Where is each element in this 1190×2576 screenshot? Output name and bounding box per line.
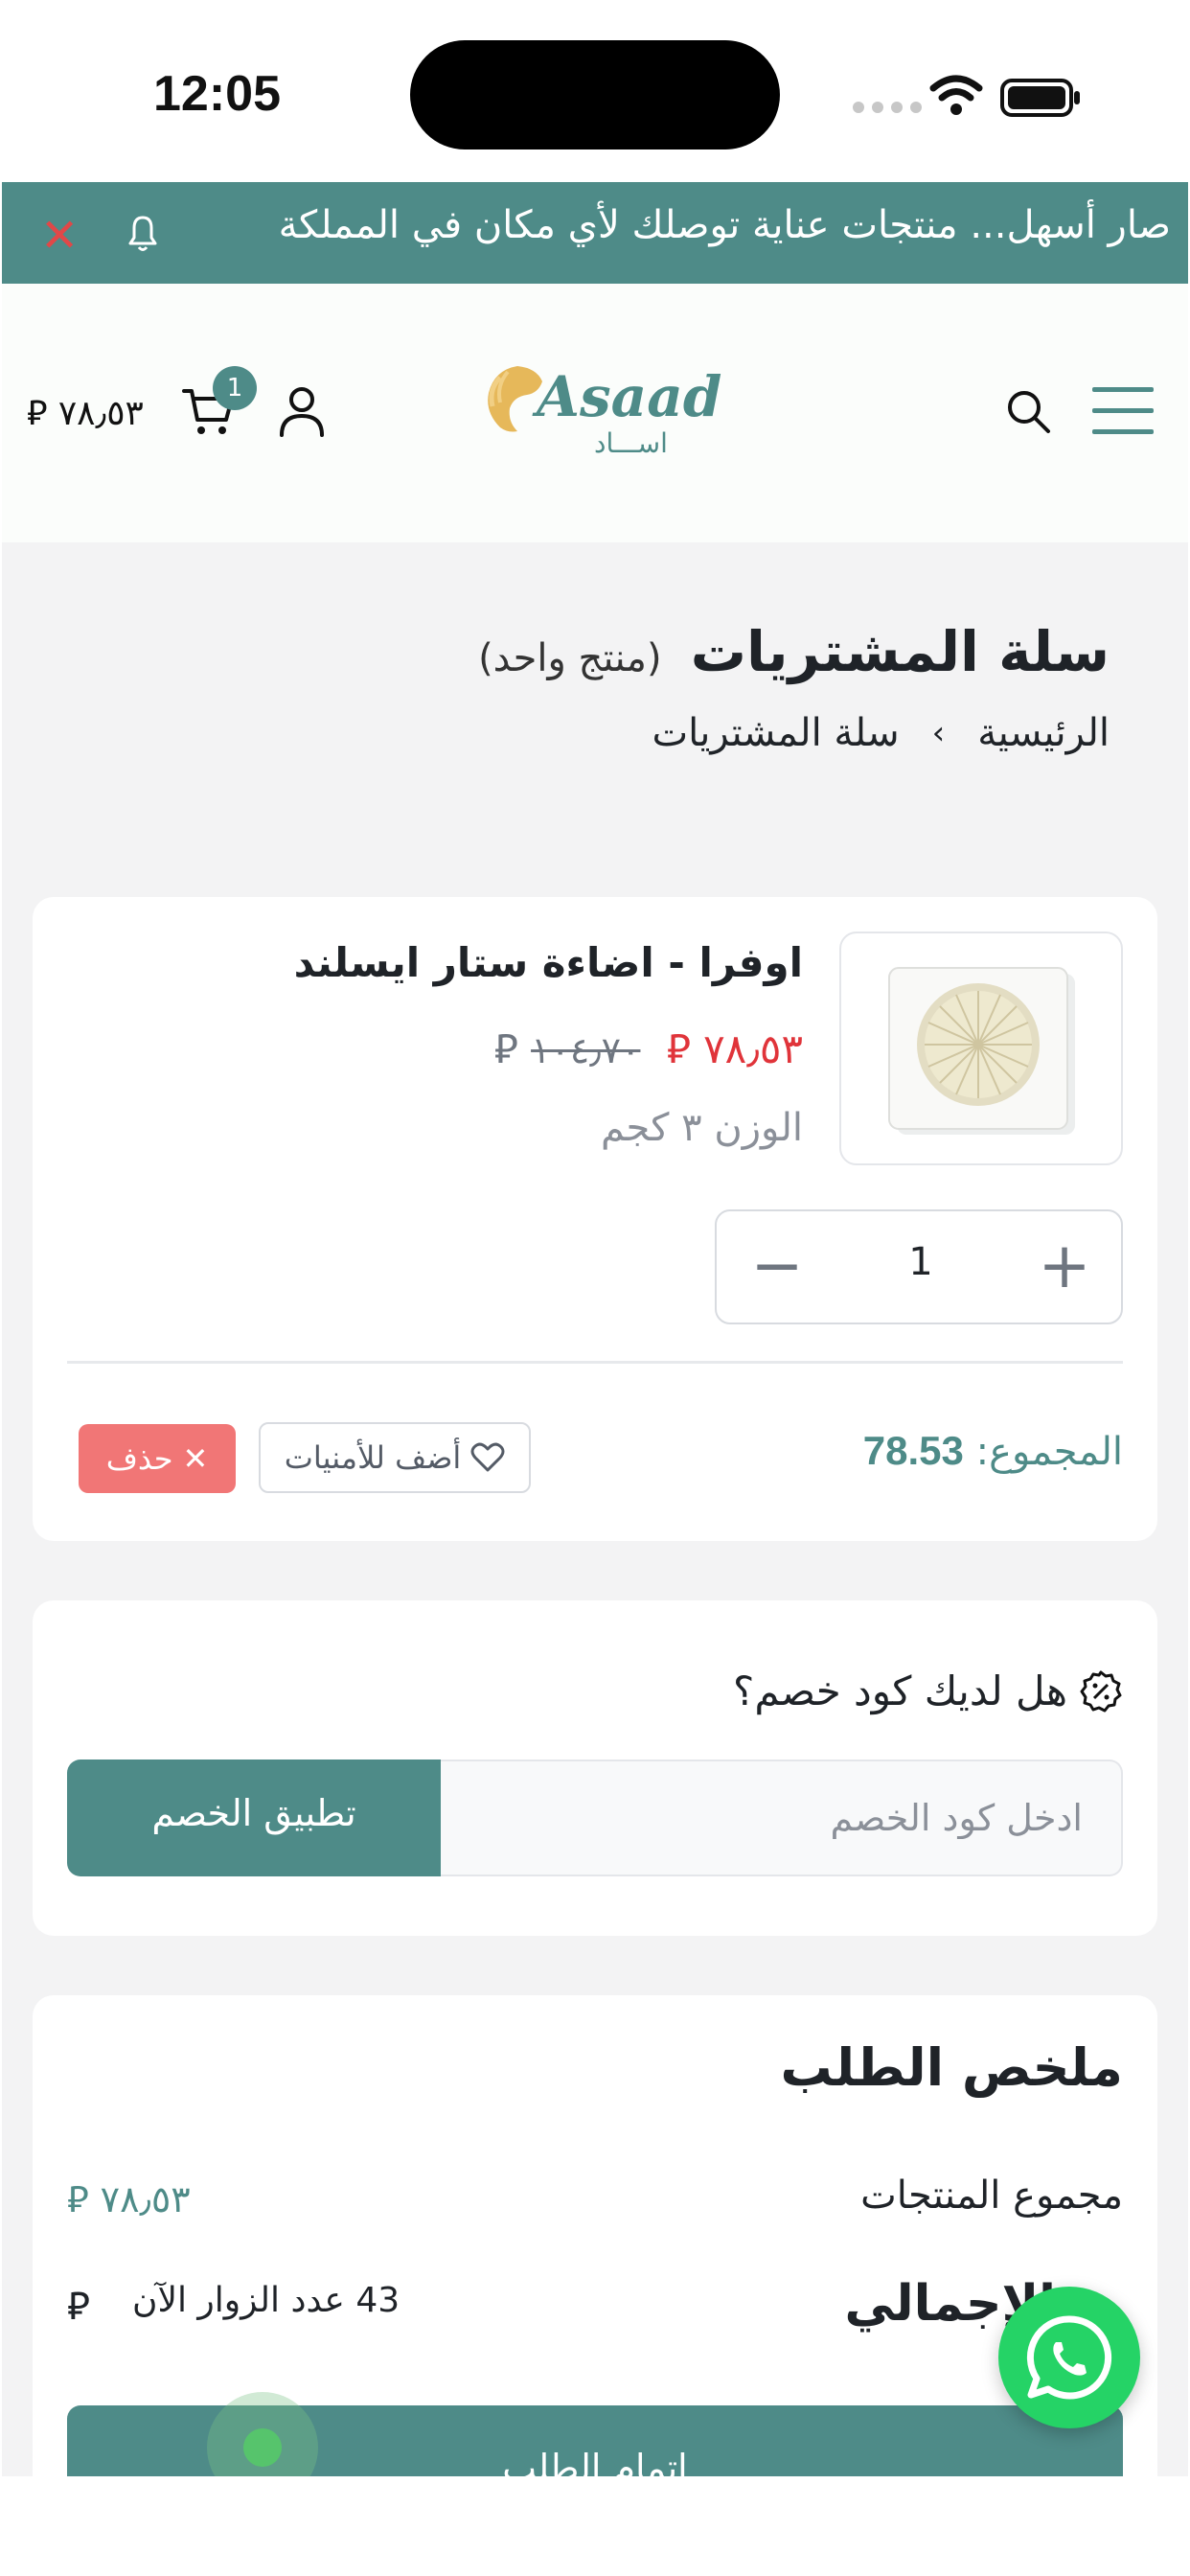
items-total-value: ⃁ ٧٨٫٥٣ (67, 2175, 191, 2222)
status-time: 12:05 (153, 66, 281, 122)
product-old-price: ١٠٤٫٧٠ (531, 1029, 641, 1071)
quantity-value[interactable]: 1 (878, 1240, 964, 1284)
site-logo[interactable]: Asaad اســـاد (479, 356, 721, 462)
header-cart-total-value: ٧٨٫٥٣ (57, 394, 144, 433)
logo-text: Asaad (537, 364, 722, 429)
announcement-text: صار أسهل... منتجات عناية توصلك لأي مكان … (278, 203, 1171, 247)
header-cart-total[interactable]: ⃁ ٧٨٫٥٣ (27, 389, 144, 434)
product-thumbnail[interactable] (839, 932, 1123, 1165)
live-indicator-dot (243, 2428, 282, 2467)
product-price: ٧٨٫٥٣ ⃁ ١٠٤٫٧٠ ⃁ (494, 1022, 803, 1074)
breadcrumb-home[interactable]: الرئيسية (977, 711, 1110, 755)
bell-icon[interactable] (119, 209, 167, 257)
status-bar: 12:05 (0, 0, 1190, 182)
logo-subtext: اســـاد (594, 427, 668, 459)
items-total-amount: ٧٨٫٥٣ (100, 2178, 191, 2220)
wishlist-label: أضف للأمنيات (284, 1439, 462, 1476)
wifi-icon (929, 75, 983, 115)
quantity-increase-button[interactable]: + (1021, 1225, 1108, 1311)
coupon-question-text: هل لديك كود خصم؟ (733, 1668, 1067, 1714)
live-visitors-text: 43 عدد الزوار الآن (132, 2281, 400, 2320)
riyal-icon: ⃁ (493, 1025, 518, 1072)
apply-coupon-button[interactable]: تطبيق الخصم (67, 1760, 441, 1876)
divider (67, 1361, 1123, 1364)
whatsapp-icon (1026, 2315, 1112, 2400)
item-subtotal: المجموع: 78.53 (863, 1428, 1123, 1474)
product-image (888, 967, 1075, 1135)
heart-icon (470, 1442, 505, 1472)
product-name[interactable]: اوفرا - اضاءة ستار ايسلند (294, 939, 803, 986)
item-subtotal-value: 78.53 (862, 1428, 964, 1473)
riyal-icon: ⃁ (27, 394, 48, 433)
signal-icon (853, 102, 922, 113)
breadcrumb-current: سلة المشتريات (652, 711, 900, 755)
whatsapp-button[interactable] (998, 2287, 1140, 2428)
delete-label: حذف (105, 1440, 173, 1477)
close-icon[interactable]: ✕ (40, 213, 79, 259)
product-sale-price: ٧٨٫٥٣ (703, 1025, 803, 1072)
coupon-question: هل لديك كود خصم؟ (733, 1668, 1123, 1714)
user-icon[interactable] (278, 385, 326, 437)
battery-icon (1000, 79, 1080, 117)
riyal-icon: ⃁ (67, 2285, 90, 2329)
bottom-safe-area (0, 2476, 1190, 2576)
breadcrumb-separator: › (931, 714, 946, 752)
quantity-stepper: − 1 + (715, 1209, 1123, 1324)
riyal-icon: ⃁ (67, 2178, 89, 2220)
close-icon: ✕ (182, 1440, 209, 1477)
quantity-decrease-button[interactable]: − (734, 1225, 820, 1311)
coupon-code-input[interactable] (441, 1760, 1123, 1876)
riyal-icon: ⃁ (666, 1025, 691, 1072)
product-weight: الوزن ٣ كجم (600, 1106, 803, 1150)
add-to-wishlist-button[interactable]: أضف للأمنيات (259, 1422, 531, 1493)
cart-count-badge: 1 (213, 366, 257, 410)
items-total-label: مجموع المنتجات (860, 2174, 1123, 2218)
delete-item-button[interactable]: ✕ حذف (79, 1424, 236, 1493)
discount-icon (1080, 1670, 1122, 1712)
breadcrumb: الرئيسية › سلة المشتريات (652, 711, 1110, 755)
menu-icon[interactable] (1092, 385, 1154, 437)
page-title-text: سلة المشتريات (690, 619, 1110, 684)
page-title: سلة المشتريات (منتج واحد) (478, 619, 1110, 684)
order-summary-title: ملخص الطلب (780, 2037, 1123, 2098)
search-icon[interactable] (1004, 387, 1052, 435)
dynamic-island (410, 40, 780, 150)
announcement-bar: صار أسهل... منتجات عناية توصلك لأي مكان … (2, 182, 1188, 284)
page-title-count: (منتج واحد) (478, 636, 662, 680)
item-subtotal-label: المجموع: (975, 1430, 1123, 1474)
